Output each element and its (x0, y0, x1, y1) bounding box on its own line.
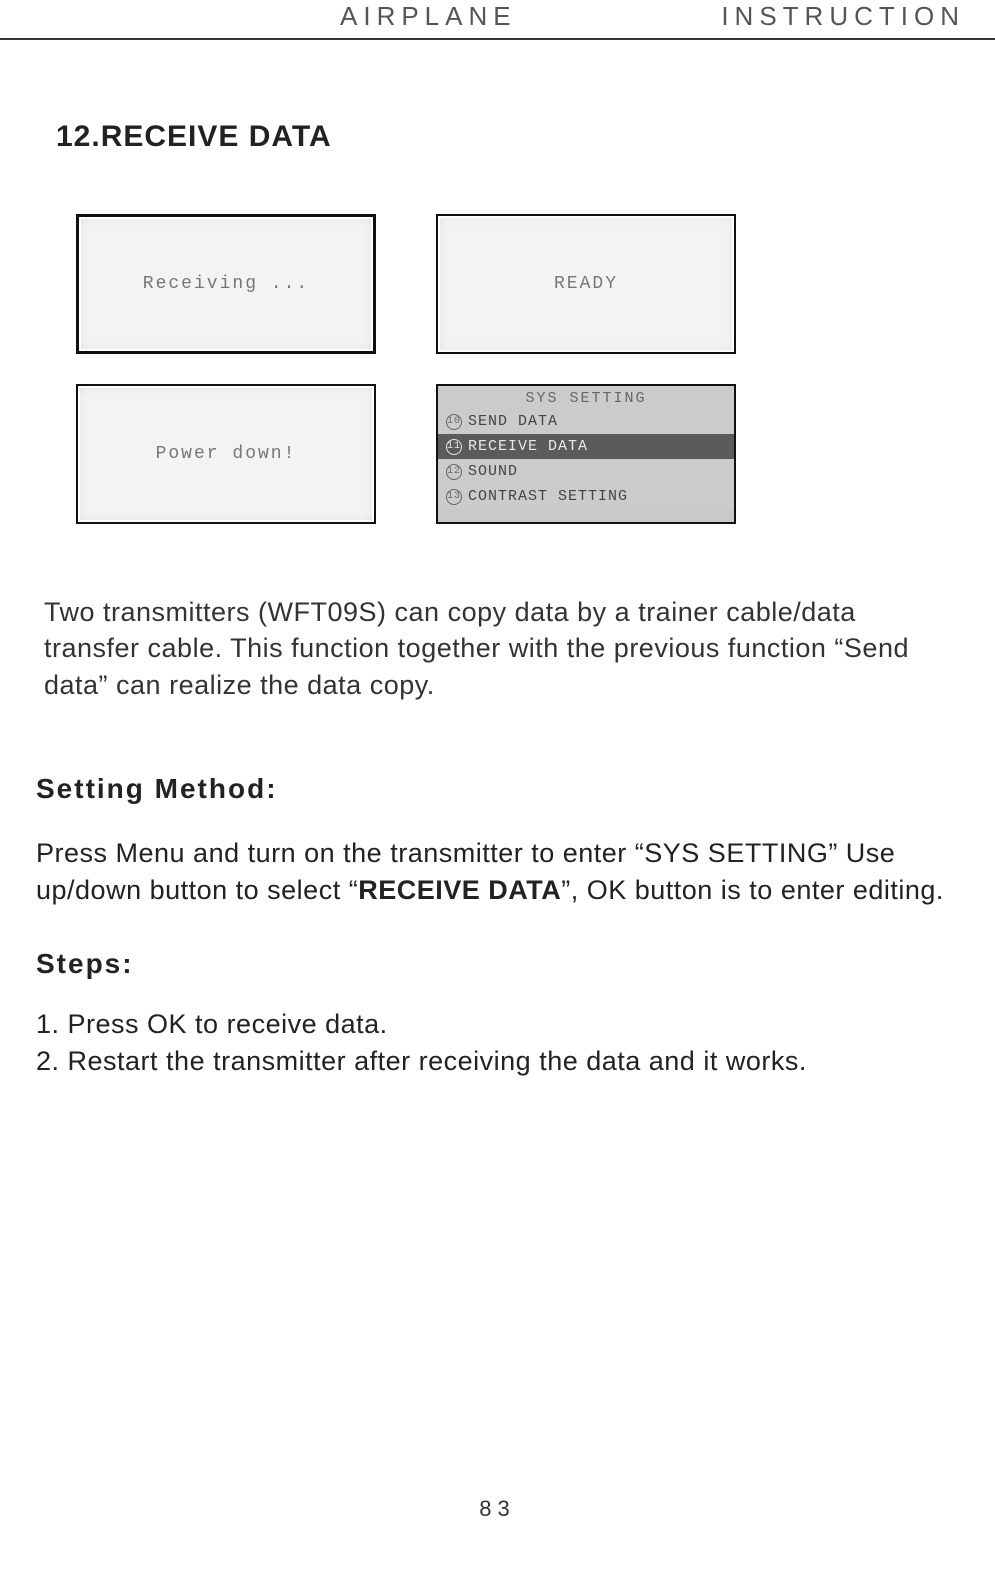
lcd-receiving-text: Receiving ... (79, 217, 373, 351)
lcd-menu-item: 10 SEND DATA (438, 409, 734, 434)
lcd-menu-title: SYS SETTING (438, 386, 734, 409)
lcd-power-down: Power down! (76, 384, 376, 524)
step-item: 2. Restart the transmitter after receivi… (36, 1043, 959, 1079)
menu-index-badge: 13 (446, 489, 462, 505)
header-center: AIRPLANE (340, 1, 660, 32)
lcd-ready-text: READY (438, 216, 734, 352)
menu-item-label: CONTRAST SETTING (468, 484, 628, 509)
step-item: 1. Press OK to receive data. (36, 1006, 959, 1042)
lcd-menu-item: 12 SOUND (438, 459, 734, 484)
lcd-receiving: Receiving ... (76, 214, 376, 354)
page-number: 83 (0, 1496, 995, 1522)
steps-heading: Steps: (36, 948, 995, 980)
menu-index-badge: 11 (446, 439, 462, 455)
menu-index-badge: 10 (446, 414, 462, 430)
lcd-menu-item: 13 CONTRAST SETTING (438, 484, 734, 509)
setting-method-heading: Setting Method: (36, 773, 995, 805)
lcd-power-down-text: Power down! (78, 386, 374, 522)
menu-item-label: SEND DATA (468, 409, 558, 434)
setting-method-post: ”, OK button is to enter editing. (561, 875, 944, 905)
page-header: AIRPLANE INSTRUCTION (0, 0, 995, 40)
setting-method-body: Press Menu and turn on the transmitter t… (36, 835, 959, 908)
menu-item-label: SOUND (468, 459, 518, 484)
intro-paragraph: Two transmitters (WFT09S) can copy data … (44, 594, 959, 703)
section-title: 12.RECEIVE DATA (56, 120, 995, 154)
menu-item-label: RECEIVE DATA (468, 434, 588, 459)
header-right: INSTRUCTION (660, 1, 975, 32)
lcd-sys-setting-menu: SYS SETTING 10 SEND DATA 11 RECEIVE DATA… (436, 384, 736, 524)
lcd-ready: READY (436, 214, 736, 354)
steps-body: 1. Press OK to receive data. 2. Restart … (36, 1006, 959, 1079)
setting-method-bold: RECEIVE DATA (358, 875, 561, 905)
menu-index-badge: 12 (446, 464, 462, 480)
lcd-menu-item-selected: 11 RECEIVE DATA (438, 434, 734, 459)
lcd-screenshots: Receiving ... READY Power down! SYS SETT… (76, 214, 995, 524)
